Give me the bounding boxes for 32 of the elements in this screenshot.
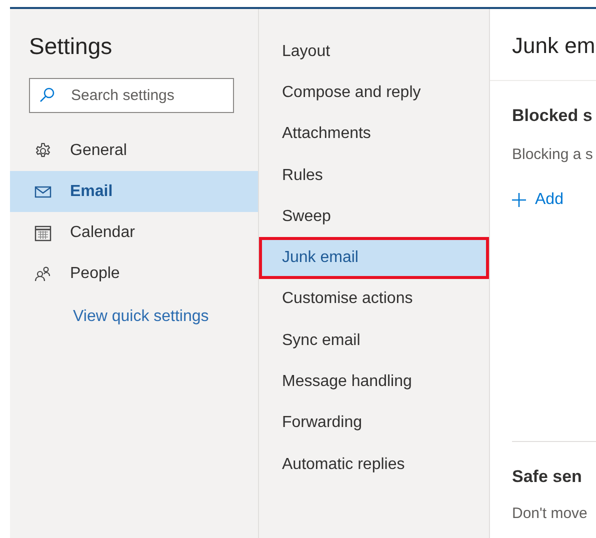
category-label: People (70, 264, 120, 282)
add-button[interactable]: Add (512, 191, 564, 209)
plus-icon (512, 193, 526, 207)
section-heading: Safe sen (512, 467, 583, 487)
category-label: Email (70, 182, 113, 200)
email-settings-item[interactable]: Customise actions (259, 278, 489, 320)
section-heading: Blocked s (512, 106, 594, 126)
email-settings-item[interactable]: Forwarding (259, 402, 489, 444)
calendar-icon (34, 224, 52, 242)
section-description: Blocking a s (512, 146, 594, 163)
pane-title: Junk em (490, 9, 596, 81)
settings-category[interactable]: General (10, 130, 258, 171)
category-label: General (70, 142, 127, 160)
email-settings-item[interactable]: Layout (259, 31, 489, 72)
email-settings-item[interactable]: Sync email (259, 320, 489, 362)
category-label: Calendar (70, 224, 135, 242)
settings-category[interactable]: People (10, 253, 258, 294)
settings-category[interactable]: Email (10, 171, 258, 212)
search-field[interactable]: Search settings (29, 78, 234, 113)
email-settings-item[interactable]: Sweep (259, 196, 489, 238)
view-quick-settings-link[interactable]: View quick settings (73, 308, 258, 326)
email-settings-item[interactable]: Junk email (259, 237, 489, 279)
people-icon (34, 264, 52, 282)
email-settings-item[interactable]: Automatic replies (259, 444, 489, 486)
section-description: Don't move (512, 505, 588, 522)
email-settings-item[interactable]: Rules (259, 154, 489, 196)
email-settings-item[interactable]: Compose and reply (259, 72, 489, 114)
email-settings-item[interactable]: Attachments (259, 114, 489, 155)
gear-icon (34, 142, 52, 160)
email-settings-item[interactable]: Message handling (259, 361, 489, 403)
settings-title: Settings (29, 33, 114, 60)
settings-category[interactable]: Calendar (10, 212, 258, 253)
